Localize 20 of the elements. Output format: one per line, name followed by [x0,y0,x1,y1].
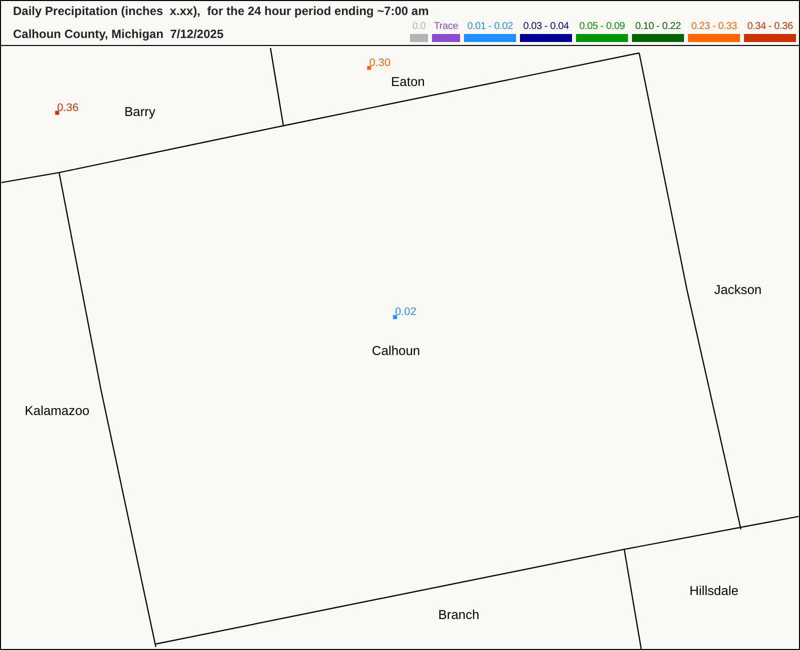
legend-label: 0.10 - 0.22 [635,21,681,32]
legend-label: 0.23 - 0.33 [691,21,737,32]
county-label: Calhoun [372,342,420,358]
station-value: 0.02 [395,306,416,318]
station-value: 0.36 [57,102,78,114]
legend-label: 0.01 - 0.02 [467,21,513,32]
legend-label: Trace [434,21,458,32]
station-value: 0.30 [369,56,390,69]
county-label: Kalamazoo [24,402,90,418]
map-subtitle: Calhoun County, Michigan 7/12/2025 [13,27,224,42]
county-label: Eaton [391,74,425,89]
county-label: Barry [124,104,156,119]
map-title: Daily Precipitation (inches x.xx), for the 24 hour period ending ~7:00 am [13,4,430,19]
legend-label: 0.03 - 0.04 [523,21,569,32]
legend-label: 0.34 - 0.36 [747,21,793,32]
legend-label: 0.0 [412,21,426,32]
county-label: Jackson [714,282,762,298]
legend-label: 0.05 - 0.09 [579,21,625,32]
county-label: Branch [438,607,480,622]
county-label: Hillsdale [690,583,738,598]
